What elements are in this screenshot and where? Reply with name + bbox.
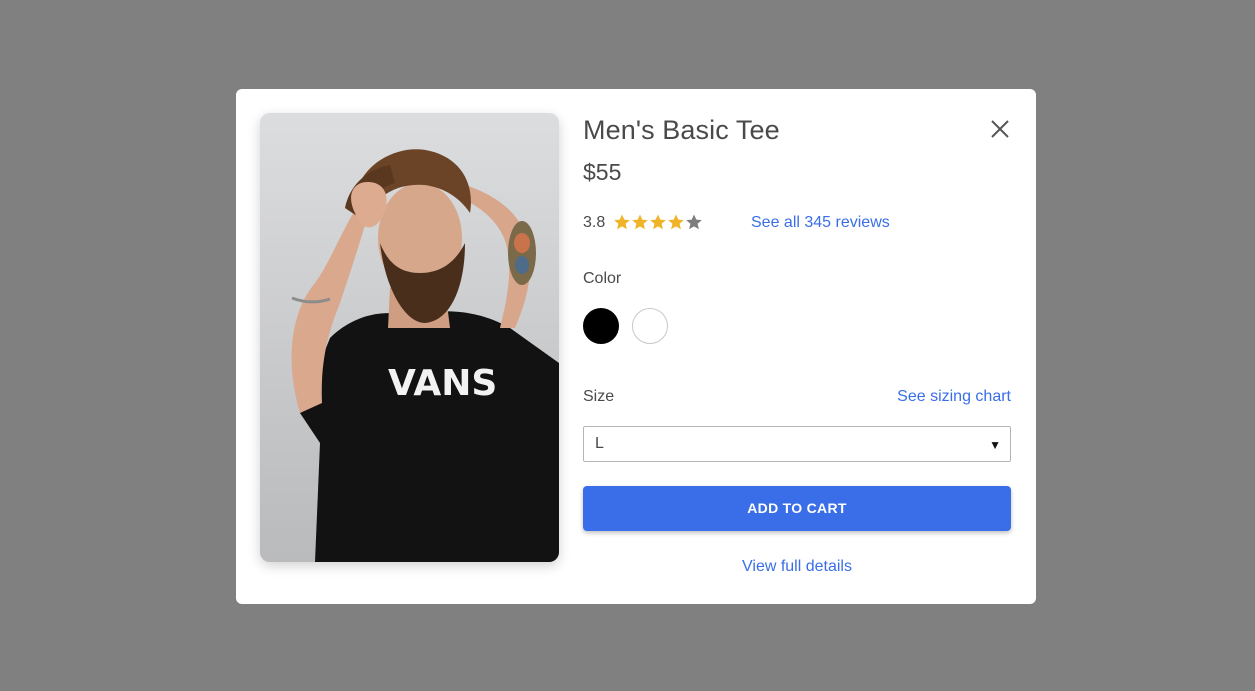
product-details: Men's Basic Tee $55 3.8 See all 345 revi… bbox=[583, 113, 1011, 583]
see-all-reviews-link[interactable]: See all 345 reviews bbox=[751, 213, 890, 233]
color-swatches bbox=[583, 308, 681, 344]
product-title: Men's Basic Tee bbox=[583, 115, 780, 145]
close-icon[interactable] bbox=[989, 118, 1011, 140]
product-price: $55 bbox=[583, 159, 622, 185]
size-label: Size bbox=[583, 388, 615, 405]
add-to-cart-button[interactable]: ADD TO CART bbox=[583, 486, 1011, 531]
quick-view-modal: VANS Men's Basic Tee $55 3.8 See all 345… bbox=[236, 89, 1036, 604]
product-image: VANS bbox=[260, 113, 559, 562]
star-rating bbox=[613, 212, 703, 232]
star-filled-icon bbox=[668, 214, 684, 230]
color-swatch-black[interactable] bbox=[583, 308, 619, 344]
color-swatch-white[interactable] bbox=[632, 308, 668, 344]
color-label: Color bbox=[583, 270, 622, 287]
size-select[interactable]: L ▼ bbox=[583, 426, 1011, 462]
star-empty-icon bbox=[686, 214, 702, 230]
size-selected-value: L bbox=[595, 435, 604, 452]
rating-row: 3.8 See all 345 reviews bbox=[583, 212, 1011, 234]
caret-down-icon: ▼ bbox=[989, 438, 1001, 452]
star-filled-icon bbox=[632, 214, 648, 230]
sizing-chart-link[interactable]: See sizing chart bbox=[897, 387, 1011, 407]
shirt-print: VANS bbox=[388, 363, 497, 404]
rating-value: 3.8 bbox=[583, 214, 606, 231]
view-full-details-link[interactable]: View full details bbox=[583, 557, 1011, 577]
star-filled-icon bbox=[650, 214, 666, 230]
star-filled-icon bbox=[614, 214, 630, 230]
